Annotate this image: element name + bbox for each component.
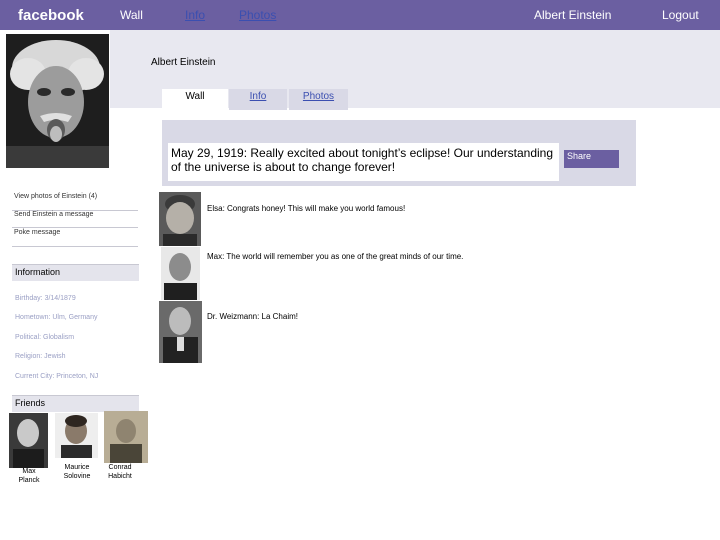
send-message-link[interactable]: Send Einstein a message — [14, 211, 93, 218]
avatar — [159, 192, 201, 246]
logout-link[interactable]: Logout — [662, 8, 699, 22]
friend-name-maurice-solovine[interactable]: Maurice Solovine — [56, 463, 98, 481]
divider — [12, 227, 138, 228]
comment-text-max: Max: The world will remember you as one … — [207, 252, 464, 261]
profile-name: Albert Einstein — [151, 57, 216, 68]
comment-text-elsa: Elsa: Congrats honey! This will make you… — [207, 204, 406, 213]
friend-name-max-planck[interactable]: Max Planck — [12, 467, 46, 485]
einstein-portrait-image — [6, 34, 109, 168]
view-photos-link[interactable]: View photos of Einstein (4) — [14, 193, 97, 200]
info-political: Political: Globalism — [15, 334, 75, 341]
facebook-logo[interactable]: facebook — [18, 7, 84, 24]
status-text-field[interactable]: May 29, 1919: Really excited about tonig… — [168, 143, 559, 181]
friend-photo-maurice-solovine[interactable] — [55, 413, 98, 458]
friend-name-conrad-habicht[interactable]: Conrad Habicht — [103, 463, 137, 481]
poke-message-link[interactable]: Poke message — [14, 229, 60, 236]
information-heading: Information — [12, 264, 139, 281]
comment-avatar-elsa[interactable] — [159, 192, 201, 246]
info-birthday: Birthday: 3/14/1879 — [15, 295, 76, 302]
friend-portrait-image — [104, 411, 148, 463]
friend-portrait-image — [55, 413, 98, 458]
info-hometown: Hometown: Ulm, Germany — [15, 314, 98, 321]
divider — [12, 246, 138, 247]
share-button[interactable]: Share — [564, 150, 619, 168]
tab-wall[interactable]: Wall — [162, 89, 228, 110]
friend-portrait-image — [9, 413, 48, 468]
nav-user-name[interactable]: Albert Einstein — [534, 8, 611, 22]
comment-text-weizmann: Dr. Weizmann: La Chaim! — [207, 312, 298, 321]
tab-info[interactable]: Info — [229, 89, 287, 110]
comment-avatar-weizmann[interactable] — [159, 301, 202, 363]
nav-photos-link[interactable]: Photos — [239, 8, 276, 22]
avatar — [159, 301, 202, 363]
profile-photo[interactable] — [6, 34, 109, 168]
friends-heading: Friends — [12, 395, 139, 412]
avatar — [161, 247, 200, 300]
nav-wall-link[interactable]: Wall — [120, 8, 143, 22]
top-navigation-bar: facebook Wall Info Photos Albert Einstei… — [0, 0, 720, 30]
tab-photos[interactable]: Photos — [289, 89, 348, 110]
nav-info-link[interactable]: Info — [185, 8, 205, 22]
info-religion: Religion: Jewish — [15, 353, 66, 360]
friend-photo-max-planck[interactable] — [9, 413, 48, 468]
friend-photo-conrad-habicht[interactable] — [104, 411, 148, 463]
comment-avatar-max[interactable] — [161, 247, 200, 300]
info-current-city: Current City: Princeton, NJ — [15, 373, 99, 380]
